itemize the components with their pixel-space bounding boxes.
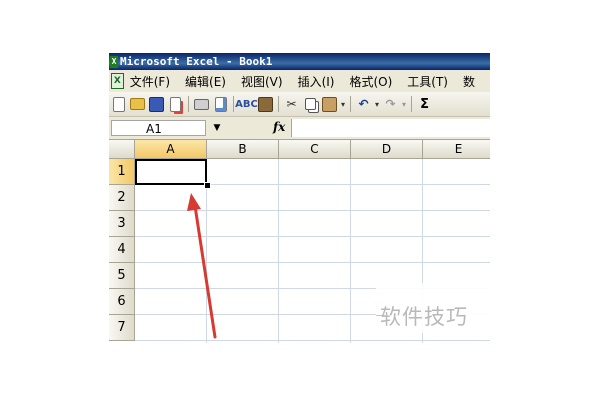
- annotation-arrow-head: [187, 193, 201, 211]
- annotation-arrow: [187, 193, 217, 339]
- annotation-arrow-shaft: [193, 204, 217, 339]
